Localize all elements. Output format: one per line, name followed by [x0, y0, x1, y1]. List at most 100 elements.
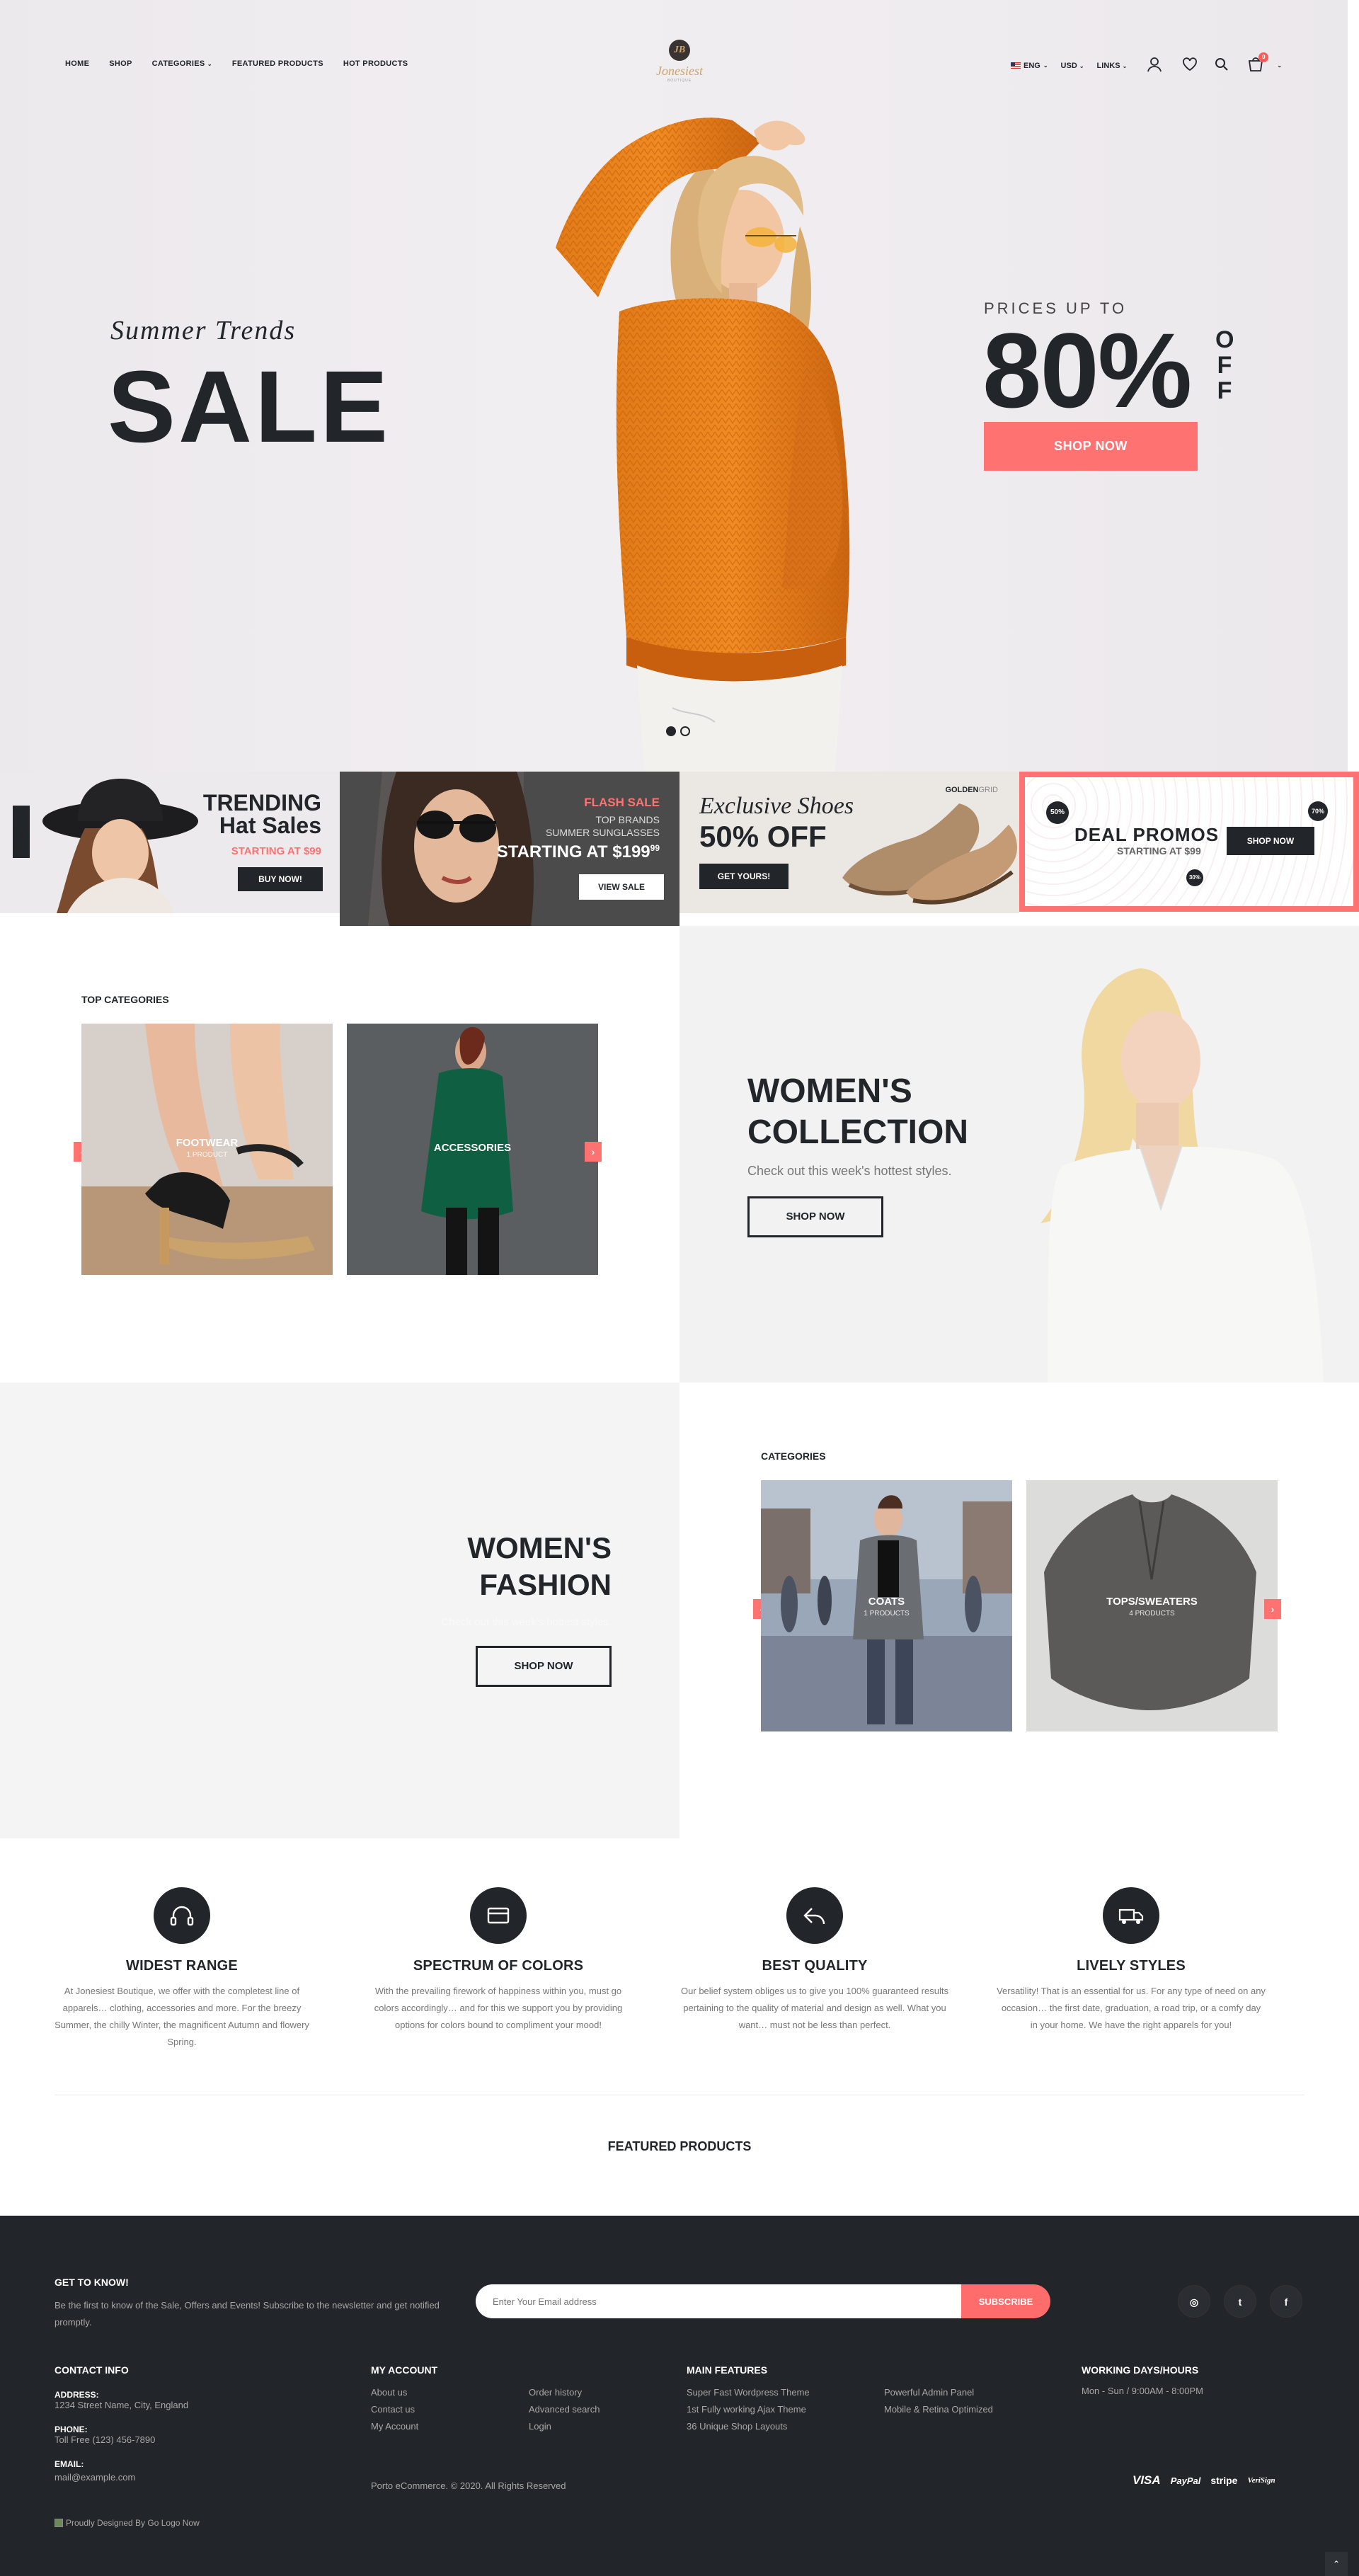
shop-now-button[interactable]: SHOP NOW — [1227, 827, 1314, 855]
footer-link-contact-us[interactable]: Contact us — [371, 2401, 418, 2418]
my-account-links-2: Order history Advanced search Login — [529, 2384, 600, 2435]
banner-title: DEAL PROMOS — [1074, 824, 1220, 845]
cart-count-badge: 0 — [1258, 52, 1269, 62]
copyright: Porto eCommerce. © 2020. All Rights Rese… — [371, 2480, 566, 2491]
category-card-footwear[interactable]: FOOTWEAR 1 PRODUCT — [81, 1024, 333, 1275]
links-dropdown[interactable]: LINKS ⌄ — [1097, 62, 1128, 70]
footer-feature-link[interactable]: 36 Unique Shop Layouts — [687, 2418, 810, 2435]
promo-badge: 30% — [1186, 869, 1203, 886]
us-flag-icon — [1011, 62, 1021, 69]
main-nav: HOME SHOP CATEGORIES ⌄ FEATURED PRODUCTS… — [65, 59, 408, 68]
womens-fashion-shop-now-button[interactable]: SHOP NOW — [476, 1646, 612, 1687]
footer-link-about-us[interactable]: About us — [371, 2384, 418, 2401]
category-name: COATS — [868, 1596, 905, 1608]
hero-off-letter: F — [1217, 377, 1232, 404]
nav-shop[interactable]: SHOP — [109, 59, 132, 68]
nav-hot-products[interactable]: HOT PRODUCTS — [343, 59, 408, 68]
scroll-to-top-button[interactable]: ⌃ — [1325, 2552, 1348, 2576]
paypal-icon: PayPal — [1170, 2475, 1201, 2486]
footer-feature-link[interactable]: 1st Fully working Ajax Theme — [687, 2401, 810, 2418]
instagram-icon[interactable]: ◎ — [1178, 2285, 1210, 2318]
newsletter-form: SUBSCRIBE — [476, 2284, 1050, 2318]
get-yours-button[interactable]: GET YOURS! — [699, 864, 789, 889]
view-sale-button[interactable]: VIEW SALE — [579, 874, 664, 900]
credit-card-icon — [470, 1887, 527, 1944]
broken-image-icon — [55, 2519, 63, 2527]
designer-credit: Proudly Designed By Go Logo Now — [55, 2518, 200, 2528]
banner-hat-sales[interactable]: CLICK HERE MOUNTAIN TRENDING Hat Sales S… — [0, 772, 340, 913]
twitter-icon[interactable]: t — [1224, 2285, 1256, 2318]
feature-spectrum-of-colors: SPECTRUM OF COLORS With the prevailing f… — [364, 1887, 633, 2034]
footer-column-title: MAIN FEATURES — [687, 2364, 768, 2376]
chevron-down-icon: ⌄ — [1043, 62, 1048, 69]
banner-deal-promos[interactable]: 50% 70% 30% DEAL PROMOS STARTING AT $99 … — [1019, 772, 1359, 912]
footer-column-title: WORKING DAYS/HOURS — [1082, 2364, 1199, 2376]
womens-collection-shop-now-button[interactable]: SHOP NOW — [747, 1196, 883, 1237]
subscribe-button[interactable]: SUBSCRIBE — [961, 2284, 1050, 2318]
slider-dot-1[interactable] — [666, 726, 676, 736]
chevron-down-icon[interactable]: ⌄ — [1277, 62, 1282, 69]
language-label: ENG — [1023, 61, 1040, 70]
currency-label: USD — [1060, 61, 1077, 70]
footer-link-my-account[interactable]: My Account — [371, 2418, 418, 2435]
footer-feature-link[interactable]: Mobile & Retina Optimized — [884, 2401, 993, 2418]
category-count: 4 PRODUCTS — [1129, 1610, 1175, 1618]
footer-feature-link[interactable]: Powerful Admin Panel — [884, 2384, 993, 2401]
category-count: 1 PRODUCT — [186, 1151, 228, 1159]
banner-subtitle: STARTING AT $99 — [1117, 845, 1201, 857]
logo-monogram: JB — [669, 40, 690, 61]
heart-icon[interactable] — [1182, 57, 1198, 74]
feature-title: SPECTRUM OF COLORS — [413, 1958, 584, 1974]
womens-fashion-subtitle: Check out this week's hottest styles. — [441, 1616, 612, 1628]
womens-collection-subtitle: Check out this week's hottest styles. — [747, 1164, 952, 1178]
language-switcher[interactable]: ENG ⌄ — [1011, 62, 1048, 70]
currency-switcher[interactable]: USD ⌄ — [1061, 62, 1084, 70]
feature-widest-range: WIDEST RANGE At Jonesiest Boutique, we o… — [47, 1887, 316, 2051]
slider-dot-2[interactable] — [680, 726, 690, 736]
category-card-accessories[interactable]: ACCESSORIES — [347, 1024, 598, 1275]
hat-model-image — [42, 779, 198, 913]
footer-link-login[interactable]: Login — [529, 2418, 600, 2435]
womens-fashion-title-1: WOMEN'S — [467, 1531, 612, 1564]
banner-price-cents: 99 — [650, 843, 660, 853]
footwear-image — [81, 1024, 333, 1275]
category-name: TOPS/SWEATERS — [1106, 1596, 1198, 1608]
banner-price: STARTING AT $19999 — [497, 842, 660, 862]
return-arrow-icon — [786, 1887, 843, 1944]
search-icon[interactable] — [1215, 57, 1229, 74]
nav-featured-products[interactable]: FEATURED PRODUCTS — [232, 59, 323, 68]
newsletter-email-input[interactable] — [476, 2284, 961, 2318]
banner-title-2: Hat Sales — [219, 813, 321, 838]
address-label: ADDRESS: — [55, 2390, 99, 2400]
banner-tag: FLASH SALE — [584, 796, 660, 809]
category-card-coats[interactable]: COATS 1 PRODUCTS — [761, 1480, 1012, 1731]
hero-shop-now-button[interactable]: SHOP NOW — [984, 422, 1198, 471]
carousel-next-arrow[interactable]: › — [585, 1142, 602, 1162]
email-link[interactable]: mail@example.com — [55, 2469, 188, 2486]
nav-home[interactable]: HOME — [65, 59, 89, 68]
banner-line-1: TOP BRANDS — [595, 814, 660, 825]
verisign-icon: VeriSign — [1247, 2476, 1275, 2485]
womens-collection-title-1: WOMEN'S — [747, 1072, 912, 1110]
hero-off: O F F — [1215, 327, 1234, 403]
category-count: 1 PRODUCTS — [864, 1610, 910, 1618]
footer-feature-link[interactable]: Super Fast Wordpress Theme — [687, 2384, 810, 2401]
category-card-tops-sweaters[interactable]: TOPS/SWEATERS 4 PRODUCTS — [1026, 1480, 1278, 1731]
footer-link-advanced-search[interactable]: Advanced search — [529, 2401, 600, 2418]
banner-exclusive-shoes[interactable]: GOLDENGRID Exclusive Shoes 50% OFF GET Y… — [680, 772, 1019, 913]
top-categories-heading: TOP CATEGORIES — [81, 994, 169, 1005]
shoes-image — [842, 803, 1017, 905]
cart-icon[interactable]: 0 — [1247, 52, 1269, 74]
my-account-links: About us Contact us My Account — [371, 2384, 418, 2435]
categories-heading: CATEGORIES — [761, 1450, 826, 1462]
buy-now-button[interactable]: BUY NOW! — [238, 867, 323, 891]
nav-categories[interactable]: CATEGORIES ⌄ — [152, 59, 212, 68]
chevron-down-icon: ⌄ — [1122, 62, 1128, 69]
banner-flash-sale[interactable]: FLASH SALE TOP BRANDS SUMMER SUNGLASSES … — [340, 772, 680, 926]
feature-lively-styles: LIVELY STYLES Versatility! That is an es… — [997, 1887, 1266, 2034]
carousel-next-arrow[interactable]: › — [1264, 1599, 1281, 1619]
footer-link-order-history[interactable]: Order history — [529, 2384, 600, 2401]
banner-title: 50% OFF — [699, 820, 827, 853]
user-icon[interactable] — [1147, 57, 1162, 74]
facebook-icon[interactable]: f — [1270, 2285, 1302, 2318]
